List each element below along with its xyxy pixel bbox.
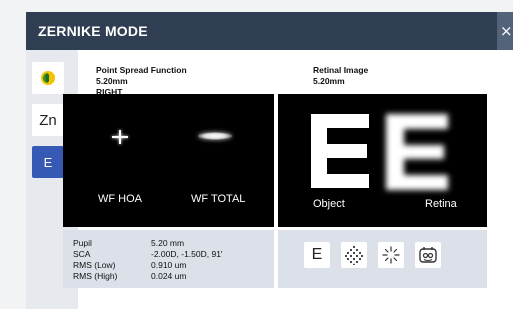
eye-mode-icon	[41, 71, 55, 85]
e-chart-icon: E	[311, 246, 323, 263]
retinal-panel: Object Retina	[278, 94, 487, 227]
eye-pattern-icon	[419, 247, 437, 263]
retinal-size: 5.20mm	[313, 76, 345, 86]
psf-size: 5.20mm	[96, 76, 128, 86]
object-label: Object	[313, 198, 345, 210]
pupil-value: 5.20 mm	[151, 238, 185, 248]
rms-low-value: 0.910 um	[151, 260, 187, 270]
psf-panel: WF HOA WF TOTAL	[63, 94, 274, 227]
rms-low-key: RMS (Low)	[73, 260, 116, 270]
eye-pattern-button[interactable]	[415, 242, 441, 268]
retina-label: Retina	[425, 198, 457, 210]
sidebar-item-e[interactable]: E	[32, 146, 64, 178]
pupil-key: Pupil	[73, 238, 92, 248]
sidebar-item-eye-mode[interactable]	[32, 62, 64, 94]
psf-hoa-label: WF HOA	[98, 193, 142, 205]
retinal-title: Retinal Image	[313, 65, 369, 75]
object-e-optotype	[311, 114, 369, 188]
close-button[interactable]: ×	[497, 12, 513, 50]
retina-e-optotype	[386, 114, 448, 190]
sca-key: SCA	[73, 249, 91, 259]
tool-panel: E	[278, 230, 487, 288]
dot-grid-icon	[344, 245, 364, 265]
title-bar: ZERNIKE MODE ×	[26, 12, 513, 50]
psf-total-spot	[198, 132, 232, 140]
psf-hoa-spot	[111, 130, 129, 144]
starburst-button[interactable]	[378, 242, 404, 268]
rms-high-key: RMS (High)	[73, 271, 118, 281]
psf-total-label: WF TOTAL	[191, 193, 246, 205]
e-chart-button[interactable]: E	[304, 242, 330, 268]
psf-title: Point Spread Function	[96, 65, 187, 75]
window-title: ZERNIKE MODE	[38, 23, 148, 39]
starburst-icon	[382, 246, 400, 264]
info-panel: Pupil 5.20 mm SCA -2.00D, -1.50D, 91' RM…	[63, 230, 274, 288]
sidebar-item-zn[interactable]: Zn	[32, 104, 64, 136]
dot-grid-button[interactable]	[341, 242, 367, 268]
rms-high-value: 0.024 um	[151, 271, 187, 281]
sca-value: -2.00D, -1.50D, 91'	[151, 249, 223, 259]
